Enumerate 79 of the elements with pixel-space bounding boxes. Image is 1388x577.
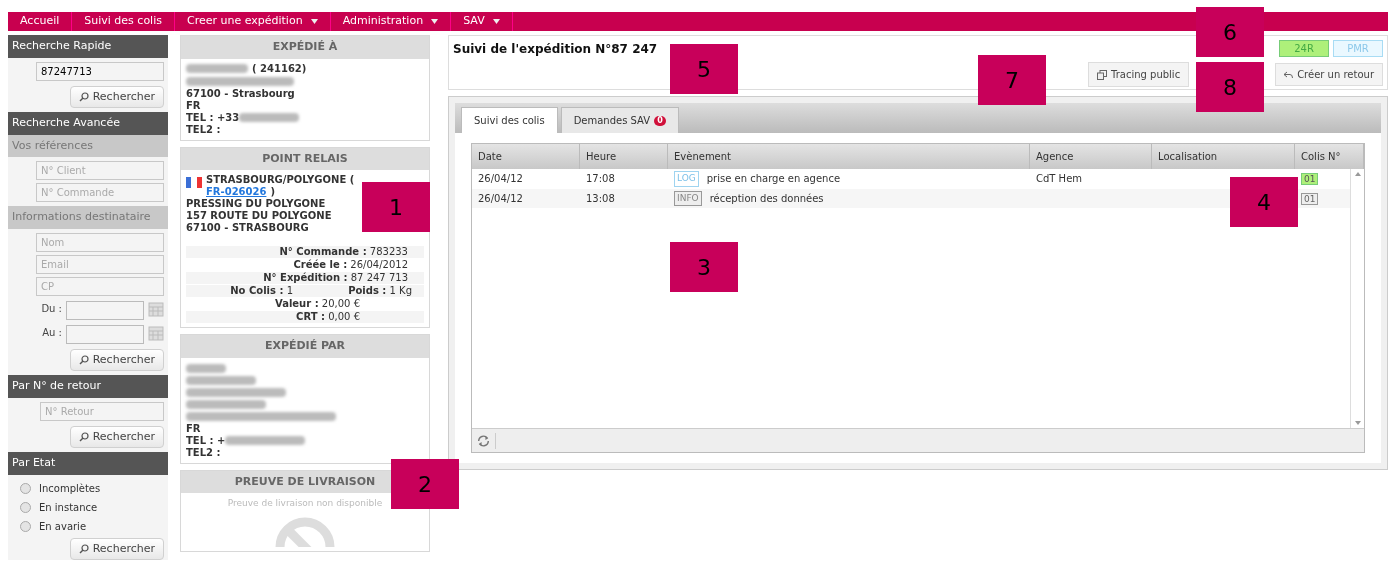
address-line: 67100 - STRASBOURG [186, 222, 309, 234]
section-header: Recherche Rapide [8, 35, 168, 58]
bracket-text: ) [270, 186, 275, 198]
tab[interactable]: Suivi des colis [461, 107, 558, 133]
card-title: EXPÉDIÉ PAR [181, 335, 429, 358]
menu-item[interactable]: Accueil [8, 12, 73, 31]
search-button[interactable]: Rechercher [69, 348, 164, 371]
menu-item[interactable]: SAV [451, 12, 513, 31]
tracing-button[interactable]: Tracing public [1088, 62, 1190, 87]
callout-marker: 4 [1230, 177, 1298, 227]
detail-row-text: No Colis : 1 [229, 285, 294, 297]
callout-marker: 5 [670, 44, 738, 94]
detail-row: N° Expédition : 87 247 713 [186, 272, 424, 284]
service-badge: 24R [1279, 40, 1329, 57]
card-title: POINT RELAIS [181, 147, 429, 170]
detail-row: CRT : 0,00 € [186, 311, 424, 323]
client-code: ( 241162) [252, 62, 307, 75]
radio-label: Incomplètes [39, 481, 101, 496]
parcel-badge: 01 [1301, 173, 1319, 185]
phone-label: TEL2 : [186, 123, 222, 136]
phone-label: TEL : + [186, 434, 226, 447]
table-cell-text: réception des données [709, 191, 824, 206]
proof-message: Preuve de livraison non disponible [226, 497, 384, 509]
table-cell-text: 26/04/12 [477, 172, 524, 187]
table-cell-text: 26/04/12 [477, 191, 524, 206]
search-button[interactable]: Rechercher [69, 85, 164, 108]
address-line: FR [186, 99, 202, 112]
relay-name: STRASBOURG/POLYGONE ( [206, 174, 355, 186]
address-line: FR [186, 422, 202, 435]
callout-marker: 3 [670, 242, 738, 292]
menu-item[interactable]: Administration [330, 12, 452, 31]
callout-marker: 8 [1196, 62, 1264, 112]
detail-row: N° Commande : 783233 [186, 246, 424, 258]
count-badge: 0 [654, 115, 666, 126]
search-button[interactable]: Rechercher [69, 425, 164, 448]
input-field[interactable]: Email [36, 254, 164, 274]
table-cell-text: 17:08 [585, 172, 616, 187]
table-cell-text: CdT Hem [1035, 172, 1084, 187]
section-header: Informations destinataire [8, 206, 168, 229]
input-field[interactable]: 87247713 [36, 61, 164, 81]
table-cell-text: prise en charge en agence [706, 172, 841, 187]
relay-link[interactable]: FR-026026 [206, 186, 267, 198]
input-field[interactable]: N° Client [36, 161, 164, 180]
table-cell-text: 13:08 [585, 191, 616, 206]
address-line: 67100 - Strasbourg [186, 87, 296, 100]
input-field[interactable]: N° Commande [36, 183, 164, 202]
phone-label: TEL : +33 [186, 111, 240, 124]
section-header: Recherche Avancée [8, 112, 168, 135]
input-field[interactable]: N° Retour [40, 401, 164, 421]
detail-row-text: Valeur : 20,00 € [273, 298, 361, 310]
event-tag: LOG [674, 171, 699, 187]
phone-label: TEL2 : [186, 446, 222, 459]
input-field[interactable]: Nom [36, 232, 164, 252]
detail-row-text: Poids : 1 Kg [347, 285, 413, 297]
menu-item[interactable]: Creer une expédition [174, 12, 331, 31]
return-button[interactable]: Créer un retour [1275, 63, 1383, 86]
menu-item[interactable]: Suivi des colis [72, 12, 175, 31]
callout-marker: 2 [391, 459, 459, 509]
card-title: EXPÉDIÉ À [181, 36, 429, 59]
callout-marker: 6 [1196, 7, 1264, 57]
parcel-badge: 01 [1301, 192, 1319, 205]
address-line: PRESSING DU POLYGONE [186, 198, 326, 210]
service-badge: PMR [1333, 40, 1383, 57]
section-header: Par Etat [8, 452, 168, 475]
date-label: Au : [42, 325, 62, 340]
callout-marker: 7 [978, 55, 1046, 105]
event-tag: INFO [674, 190, 702, 206]
detail-row-text: Créée le : 26/04/2012 [292, 259, 409, 271]
date-label: Du : [41, 301, 62, 316]
search-button[interactable]: Rechercher [69, 537, 164, 560]
input-field[interactable]: CP [36, 276, 164, 296]
tab[interactable]: Demandes SAV 0 [560, 107, 679, 133]
page-title: Suivi de l'expédition N°87 247 [453, 41, 658, 58]
callout-marker: 1 [362, 182, 430, 232]
radio-label: En avarie [39, 519, 87, 534]
section-header: Par N° de retour [8, 375, 168, 398]
radio-label: En instance [39, 500, 98, 515]
section-header: Vos références [8, 134, 168, 157]
address-line: 157 ROUTE DU POLYGONE [186, 210, 332, 222]
